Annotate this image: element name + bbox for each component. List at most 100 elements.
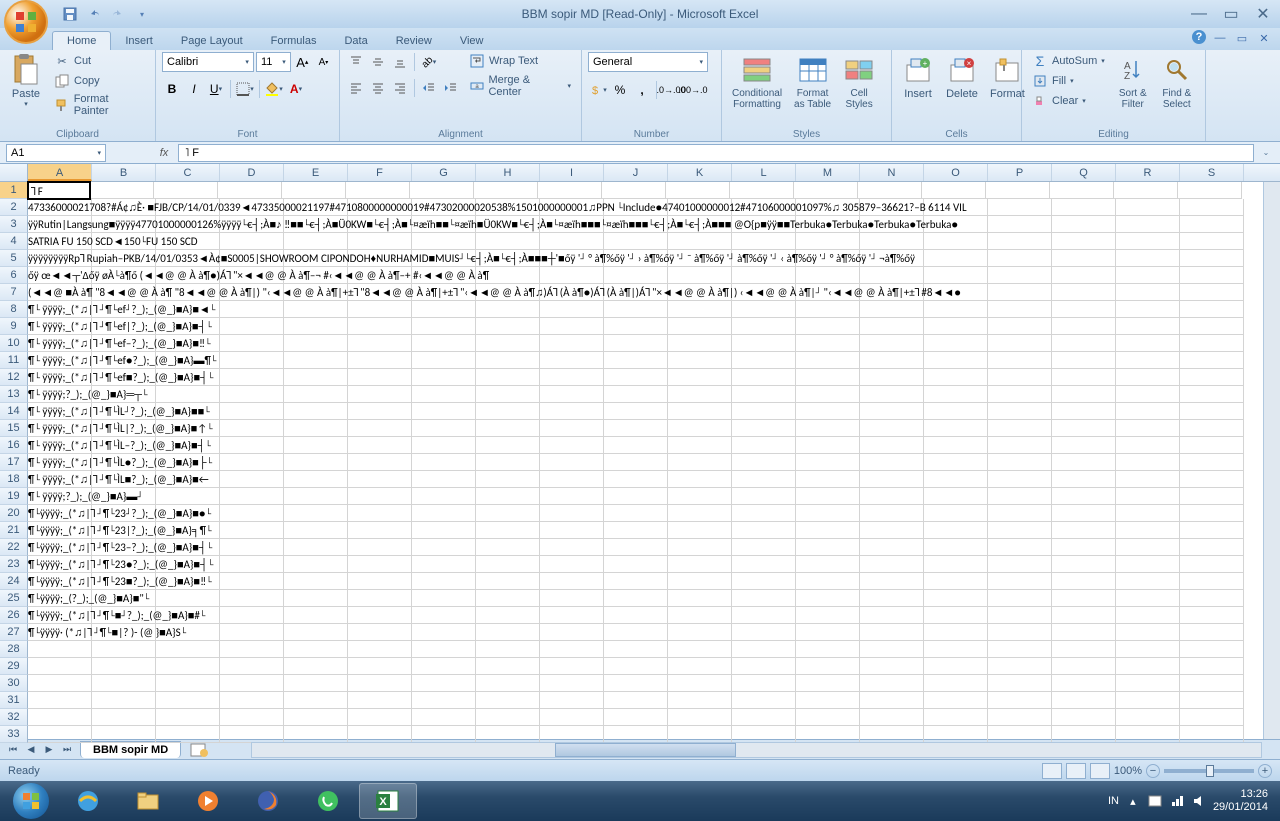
- cell[interactable]: [668, 607, 732, 624]
- comma-button[interactable]: ,: [632, 80, 652, 100]
- cell[interactable]: [860, 267, 924, 284]
- page-layout-view-button[interactable]: [1066, 763, 1086, 779]
- cell[interactable]: [924, 505, 988, 522]
- cell[interactable]: [540, 709, 604, 726]
- cell[interactable]: [156, 335, 220, 352]
- cell[interactable]: [732, 556, 796, 573]
- cell[interactable]: [924, 658, 988, 675]
- cell[interactable]: [28, 437, 92, 454]
- cell[interactable]: [28, 352, 92, 369]
- cell[interactable]: [732, 386, 796, 403]
- vertical-scrollbar[interactable]: [1263, 182, 1280, 739]
- cell[interactable]: [732, 522, 796, 539]
- cell[interactable]: [348, 658, 412, 675]
- cell[interactable]: [156, 607, 220, 624]
- row-header[interactable]: 17: [0, 454, 28, 471]
- cell[interactable]: [348, 301, 412, 318]
- cell[interactable]: [348, 590, 412, 607]
- cell[interactable]: [668, 539, 732, 556]
- maximize-button[interactable]: ▭: [1218, 5, 1244, 23]
- cell[interactable]: [924, 624, 988, 641]
- cell[interactable]: [1180, 267, 1244, 284]
- cell[interactable]: [284, 216, 348, 233]
- cell[interactable]: [348, 386, 412, 403]
- cell[interactable]: ˥ F: [27, 181, 91, 200]
- cell[interactable]: [924, 709, 988, 726]
- cell[interactable]: [1180, 471, 1244, 488]
- cell[interactable]: [412, 216, 476, 233]
- row-header[interactable]: 1: [0, 182, 28, 199]
- cell[interactable]: [1180, 233, 1244, 250]
- cell[interactable]: [668, 624, 732, 641]
- cell[interactable]: [92, 199, 156, 216]
- cell[interactable]: [988, 318, 1052, 335]
- cell[interactable]: [28, 488, 92, 505]
- taskbar-wmp[interactable]: [179, 783, 237, 819]
- cell[interactable]: [220, 726, 284, 743]
- cell[interactable]: [604, 420, 668, 437]
- cell[interactable]: [988, 250, 1052, 267]
- cell[interactable]: [1180, 607, 1244, 624]
- column-header-E[interactable]: E: [284, 164, 348, 181]
- cell[interactable]: [1052, 352, 1116, 369]
- cell[interactable]: [156, 505, 220, 522]
- row-header[interactable]: 20: [0, 505, 28, 522]
- cell[interactable]: [220, 386, 284, 403]
- cell[interactable]: [284, 437, 348, 454]
- sheet-nav-first[interactable]: ⏮: [4, 742, 22, 758]
- cell[interactable]: [284, 522, 348, 539]
- cell[interactable]: [156, 556, 220, 573]
- cell[interactable]: [986, 182, 1050, 199]
- cell[interactable]: [1116, 216, 1180, 233]
- cell[interactable]: [284, 420, 348, 437]
- cell[interactable]: [796, 199, 860, 216]
- cell[interactable]: [732, 505, 796, 522]
- cell[interactable]: [92, 539, 156, 556]
- cell[interactable]: [860, 488, 924, 505]
- cell[interactable]: [412, 726, 476, 743]
- column-header-K[interactable]: K: [668, 164, 732, 181]
- cell[interactable]: [796, 522, 860, 539]
- cell[interactable]: [540, 301, 604, 318]
- row-header[interactable]: 31: [0, 692, 28, 709]
- row-header[interactable]: 16: [0, 437, 28, 454]
- cell[interactable]: [154, 182, 218, 199]
- cell[interactable]: [156, 403, 220, 420]
- cell[interactable]: [476, 216, 540, 233]
- cell[interactable]: [92, 437, 156, 454]
- tab-view[interactable]: View: [446, 32, 498, 50]
- cell[interactable]: [1116, 318, 1180, 335]
- cell[interactable]: [796, 726, 860, 743]
- cell[interactable]: [604, 488, 668, 505]
- increase-indent-button[interactable]: [441, 78, 461, 98]
- row-header[interactable]: 5: [0, 250, 28, 267]
- cell[interactable]: [476, 607, 540, 624]
- cell[interactable]: [988, 420, 1052, 437]
- cell[interactable]: [1052, 403, 1116, 420]
- cell[interactable]: [348, 607, 412, 624]
- taskbar-explorer[interactable]: [119, 783, 177, 819]
- cell[interactable]: [924, 675, 988, 692]
- cell[interactable]: [92, 471, 156, 488]
- cell[interactable]: [732, 454, 796, 471]
- cell[interactable]: [1180, 199, 1244, 216]
- cell[interactable]: [348, 369, 412, 386]
- formula-input[interactable]: ˥ F: [178, 144, 1254, 162]
- cell[interactable]: [540, 386, 604, 403]
- paste-button[interactable]: Paste ▾: [6, 52, 46, 110]
- bold-button[interactable]: B: [162, 79, 182, 99]
- cell[interactable]: [412, 233, 476, 250]
- cell[interactable]: [156, 590, 220, 607]
- font-name-dropdown[interactable]: Calibri▾: [162, 52, 254, 72]
- cell[interactable]: [220, 352, 284, 369]
- cell[interactable]: [1052, 199, 1116, 216]
- cell[interactable]: [156, 301, 220, 318]
- cell[interactable]: [156, 454, 220, 471]
- cell[interactable]: [28, 726, 92, 743]
- cell[interactable]: [1116, 437, 1180, 454]
- cell[interactable]: [988, 556, 1052, 573]
- cell[interactable]: [156, 709, 220, 726]
- cell[interactable]: [156, 267, 220, 284]
- cell[interactable]: [540, 522, 604, 539]
- cell[interactable]: [348, 505, 412, 522]
